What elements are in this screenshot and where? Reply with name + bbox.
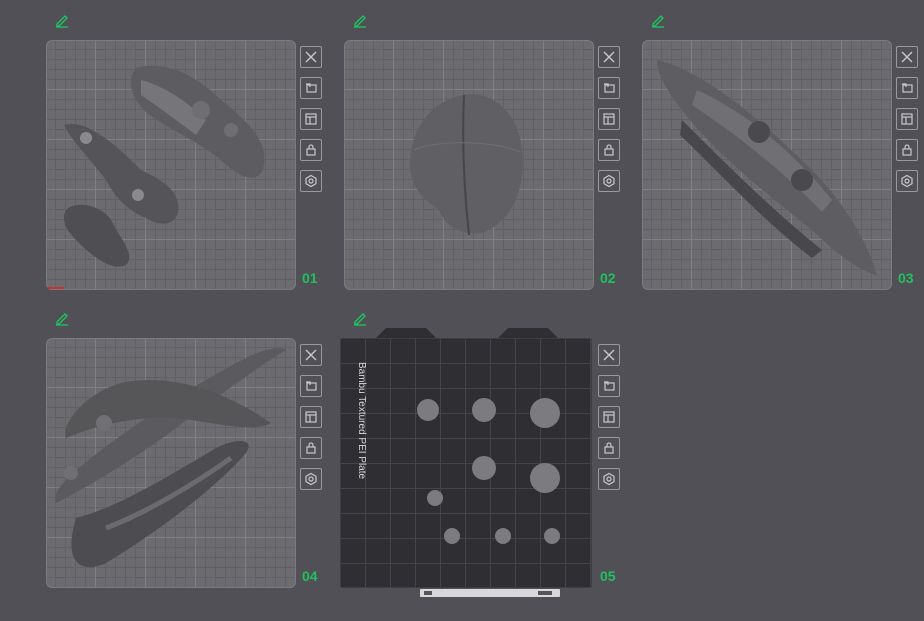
- edit-plate-icon[interactable]: [650, 12, 666, 28]
- close-icon[interactable]: [598, 344, 620, 366]
- lock-icon[interactable]: [598, 437, 620, 459]
- plate-number: 02: [600, 270, 616, 286]
- plate-number: 01: [302, 270, 318, 286]
- plate-canvas[interactable]: [344, 40, 594, 290]
- arrange-icon[interactable]: [598, 406, 620, 428]
- plate-model: [417, 398, 560, 544]
- plate-canvas[interactable]: [46, 338, 296, 588]
- plate-canvas[interactable]: [642, 40, 892, 290]
- axis-gizmo-icon: [46, 287, 64, 289]
- plate-logo-strip: [420, 589, 560, 597]
- arrange-icon[interactable]: [896, 108, 918, 130]
- plate-toolbar: [598, 46, 620, 201]
- textured-pei-plate[interactable]: Bambu Textured PEI Plate: [340, 326, 596, 598]
- lock-icon[interactable]: [598, 139, 620, 161]
- plate-number: 03: [898, 270, 914, 286]
- plate-slot-05: Bambu Textured PEI Plate 05: [340, 300, 634, 597]
- lock-icon[interactable]: [300, 139, 322, 161]
- plate-toolbar: [300, 46, 322, 201]
- plate-toolbar: [598, 344, 620, 499]
- plate-slot-02: 02: [344, 2, 634, 290]
- plate-grid: Bambu Textured PEI Plate: [340, 338, 592, 588]
- close-icon[interactable]: [896, 46, 918, 68]
- plate-toolbar: [300, 344, 322, 499]
- plate-number: 04: [302, 568, 318, 584]
- edit-plate-icon[interactable]: [352, 310, 368, 326]
- plate-number: 05: [600, 568, 616, 584]
- plate-canvas[interactable]: [46, 40, 296, 290]
- arrange-icon[interactable]: [300, 108, 322, 130]
- settings-icon[interactable]: [896, 170, 918, 192]
- plate-model: [409, 94, 523, 236]
- edit-plate-icon[interactable]: [54, 12, 70, 28]
- close-icon[interactable]: [300, 46, 322, 68]
- settings-icon[interactable]: [598, 170, 620, 192]
- plate-slot-01: 01: [46, 2, 336, 290]
- close-icon[interactable]: [598, 46, 620, 68]
- plate-toolbar: [896, 46, 918, 201]
- auto-orient-icon[interactable]: [300, 375, 322, 397]
- plate-model: [657, 60, 877, 275]
- plate-model: [55, 348, 286, 568]
- lock-icon[interactable]: [896, 139, 918, 161]
- lock-icon[interactable]: [300, 437, 322, 459]
- auto-orient-icon[interactable]: [896, 77, 918, 99]
- close-icon[interactable]: [300, 344, 322, 366]
- edit-plate-icon[interactable]: [352, 12, 368, 28]
- settings-icon[interactable]: [300, 170, 322, 192]
- edit-plate-icon[interactable]: [54, 310, 70, 326]
- auto-orient-icon[interactable]: [598, 375, 620, 397]
- plate-model: [64, 65, 265, 267]
- auto-orient-icon[interactable]: [598, 77, 620, 99]
- plate-slot-04: 04: [46, 300, 336, 588]
- auto-orient-icon[interactable]: [300, 77, 322, 99]
- settings-icon[interactable]: [598, 468, 620, 490]
- plate-slot-03: 03: [642, 2, 924, 290]
- arrange-icon[interactable]: [598, 108, 620, 130]
- settings-icon[interactable]: [300, 468, 322, 490]
- arrange-icon[interactable]: [300, 406, 322, 428]
